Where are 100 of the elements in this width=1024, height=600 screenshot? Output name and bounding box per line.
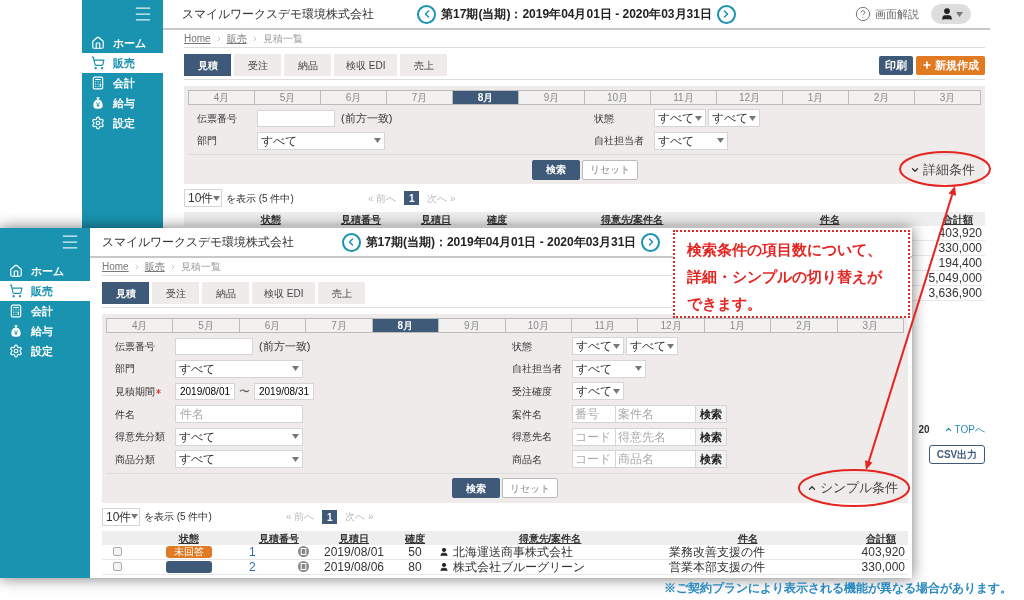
top-link[interactable]: TOPへ [943, 421, 985, 437]
tab[interactable]: 検収 EDI [334, 54, 398, 76]
name-field[interactable]: 案件名 [616, 405, 696, 424]
breadcrumb-link[interactable]: Home [102, 259, 129, 274]
lookup-button[interactable]: 検索 [696, 450, 727, 469]
caret-icon [635, 366, 642, 372]
search-button[interactable]: 検索 [531, 159, 580, 180]
dropdown[interactable]: すべて [175, 359, 303, 378]
date-field[interactable]: 2019/08/01 [175, 383, 235, 400]
required-icon [156, 389, 161, 394]
column-header[interactable]: 確度 [405, 530, 425, 546]
user-menu-button[interactable] [931, 4, 971, 24]
column-header[interactable]: 見積番号 [341, 212, 381, 228]
sidebar-item[interactable]: 販売 [0, 281, 90, 301]
help-icon[interactable] [855, 6, 871, 22]
sidebar-item[interactable]: 会計 [82, 73, 163, 93]
reset-button[interactable]: リセット [502, 478, 558, 499]
previous-period-button[interactable] [341, 232, 361, 252]
search-button[interactable]: 検索 [452, 478, 500, 499]
breadcrumb-link[interactable]: 販売 [144, 259, 165, 274]
dropdown[interactable]: すべて [175, 427, 303, 446]
dropdown[interactable]: すべて [572, 359, 646, 378]
amount-cell: 403,920 [861, 545, 905, 558]
sidebar-item[interactable]: 会計 [0, 301, 90, 321]
code-field[interactable]: コード [572, 450, 616, 469]
sidebar-item[interactable]: 販売 [82, 53, 163, 73]
tab[interactable]: 受注 [234, 54, 281, 76]
code-field[interactable]: 番号 [572, 405, 616, 424]
previous-period-button[interactable] [417, 4, 437, 24]
row-checkbox[interactable] [112, 562, 122, 572]
caret-icon [955, 11, 963, 17]
next-period-button[interactable] [641, 232, 661, 252]
column-header[interactable]: 件名 [737, 530, 758, 546]
condition-toggle[interactable]: 詳細条件 [910, 159, 975, 180]
next-period-button[interactable] [716, 4, 736, 24]
column-header[interactable]: 見積日 [421, 212, 451, 228]
tab[interactable]: 売上 [318, 282, 366, 304]
month-tab[interactable]: 8月 [453, 91, 519, 104]
tab[interactable]: 売上 [400, 54, 448, 76]
help-link[interactable]: 画面解説 [875, 5, 919, 23]
breadcrumb-link[interactable]: 販売 [226, 31, 247, 46]
condition-toggle[interactable]: シンプル条件 [807, 478, 898, 498]
dropdown[interactable]: すべて [626, 337, 678, 356]
column-header[interactable]: 状態 [178, 530, 199, 546]
tab[interactable]: 納品 [284, 54, 331, 76]
sidebar-item[interactable]: ホーム [0, 261, 90, 281]
tab[interactable]: 見積 [184, 54, 231, 76]
tab[interactable]: 納品 [202, 282, 249, 304]
range-separator: 〜 [239, 384, 250, 400]
page-button[interactable]: 1 [322, 509, 338, 524]
dropdown[interactable]: すべて [257, 131, 385, 150]
breadcrumb-link[interactable]: Home [184, 31, 211, 46]
tab[interactable]: 受注 [152, 282, 199, 304]
sidebar-item[interactable]: 設定 [82, 113, 163, 133]
lookup-button[interactable]: 検索 [696, 405, 727, 424]
probability-cell: 80 [408, 560, 422, 573]
company-name: スマイルワークスデモ環境株式会社 [182, 6, 374, 23]
column-header[interactable]: 確度 [487, 212, 507, 228]
input-field[interactable]: 件名 [175, 405, 303, 424]
quote-number-link[interactable]: 2 [249, 560, 256, 573]
input-field[interactable] [175, 337, 253, 355]
column-header[interactable]: 合計額 [866, 530, 896, 546]
input-field[interactable] [257, 109, 335, 127]
field-label: 得意先名 [512, 430, 552, 445]
dropdown[interactable]: 10件 [184, 189, 222, 208]
dropdown[interactable]: すべて [572, 337, 624, 356]
reset-button[interactable]: リセット [581, 159, 638, 180]
lookup-button[interactable]: 検索 [696, 427, 727, 446]
column-header[interactable]: 得意先/案件名 [600, 212, 664, 228]
code-field[interactable]: コード [572, 427, 616, 446]
name-field[interactable]: 商品名 [616, 450, 696, 469]
date-field[interactable]: 2019/08/31 [254, 383, 314, 400]
dropdown[interactable]: すべて [175, 450, 303, 469]
tab[interactable]: 検収 EDI [252, 282, 316, 304]
column-header[interactable]: 得意先/案件名 [518, 530, 582, 546]
page-button[interactable]: 1 [404, 191, 420, 206]
amount-cell: 330,000 [938, 242, 982, 255]
field-label: 自社担当者 [594, 134, 644, 149]
column-header[interactable]: 見積日 [339, 530, 369, 546]
dropdown[interactable]: すべて [654, 131, 728, 150]
column-header[interactable]: 状態 [260, 212, 281, 228]
print-button[interactable]: 印刷 [879, 55, 913, 75]
dropdown[interactable]: 10件 [102, 507, 140, 526]
sidebar-item[interactable]: 設定 [0, 341, 90, 361]
dropdown[interactable]: すべて [572, 382, 624, 401]
caret-icon [292, 434, 299, 440]
sidebar-item[interactable]: 給与 [0, 321, 90, 341]
column-header[interactable]: 見積番号 [259, 530, 299, 546]
name-field[interactable]: 得意先名 [616, 427, 696, 446]
tab[interactable]: 見積 [102, 282, 149, 304]
dropdown[interactable]: すべて [708, 109, 760, 128]
month-tab[interactable]: 8月 [372, 319, 440, 332]
sidebar-item[interactable]: 給与 [82, 93, 163, 113]
row-checkbox[interactable] [112, 547, 122, 557]
column-header[interactable]: 件名 [819, 212, 840, 228]
quote-number-link[interactable]: 1 [249, 545, 256, 558]
dropdown[interactable]: すべて [654, 109, 706, 128]
csv-export-button[interactable]: CSV出力 [929, 445, 985, 464]
client-cell: 北海運送商事株式会社 [453, 545, 573, 558]
sidebar-item[interactable]: ホーム [82, 33, 163, 53]
